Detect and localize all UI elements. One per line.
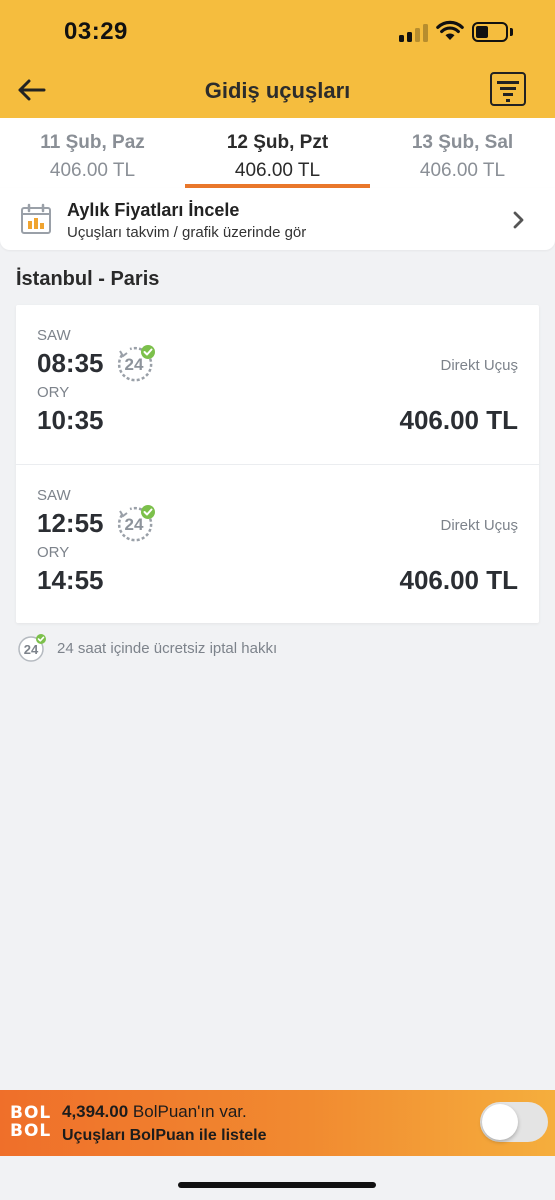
monthly-prices-subtitle: Uçuşları takvim / grafik üzerinde gör	[67, 224, 307, 241]
cancel-legend: 24 24 saat içinde ücretsiz iptal hakkı	[17, 633, 347, 665]
flight-card[interactable]: SAW 12:55 ORY 14:55 24 Direkt Uçuş 406.0…	[16, 464, 539, 623]
flight-type: Direkt Uçuş	[440, 357, 518, 374]
wifi-icon	[436, 20, 464, 40]
status-time: 03:29	[64, 18, 128, 45]
free-cancel-24h-icon: 24	[117, 505, 155, 542]
badge-number: 24	[125, 515, 144, 534]
filter-line	[497, 81, 519, 84]
monthly-prices-title: Aylık Fiyatları İncele	[67, 200, 240, 220]
battery-icon	[472, 22, 508, 42]
flight-card[interactable]: SAW 08:35 ORY 10:35 24 Direkt Uçuş 406.0…	[16, 305, 539, 464]
date-tab-price: 406.00 TL	[234, 160, 321, 181]
flight-type: Direkt Uçuş	[440, 517, 518, 534]
bolpuan-banner: BOL BOL 4,394.00 BolPuan'ın var. Uçuşlar…	[0, 1090, 555, 1156]
date-tab-price: 406.00 TL	[419, 160, 506, 181]
calendar-chart-icon	[21, 203, 51, 234]
bolpuan-balance: 4,394.00 BolPuan'ın var.	[62, 1102, 247, 1122]
battery-tip	[510, 28, 513, 36]
page-title: Gidiş uçuşları	[204, 78, 351, 103]
filter-line	[506, 99, 510, 102]
filter-line	[500, 87, 516, 90]
bolpuan-amount-suffix: BolPuan'ın var.	[128, 1102, 247, 1121]
flight-list: SAW 08:35 ORY 10:35 24 Direkt Uçuş 406.0…	[16, 305, 539, 623]
arrival-airport: ORY	[37, 544, 70, 561]
arrival-time: 14:55	[37, 565, 104, 595]
logo-line: BOL	[10, 1121, 52, 1141]
arrival-time: 10:35	[37, 405, 104, 435]
date-tab-date: 12 Şub, Pzt	[226, 132, 329, 153]
departure-time: 08:35	[37, 348, 104, 378]
logo-line: BOL	[10, 1103, 52, 1123]
date-tab-prev[interactable]: 11 Şub, Paz 406.00 TL	[0, 118, 185, 188]
badge-number: 24	[24, 642, 39, 657]
free-cancel-24h-icon: 24	[18, 634, 46, 662]
departure-airport: SAW	[37, 487, 71, 504]
bolpuan-subtitle: Uçuşları BolPuan ile listele	[62, 1127, 267, 1144]
filter-line	[503, 93, 513, 96]
date-tabs: 11 Şub, Paz 406.00 TL 12 Şub, Pzt 406.00…	[0, 118, 555, 188]
route-title: İstanbul - Paris	[16, 268, 160, 290]
bolpuan-toggle[interactable]	[480, 1102, 548, 1142]
bolpuan-logo: BOL BOL	[10, 1104, 54, 1144]
date-tab-date: 11 Şub, Paz	[40, 132, 145, 153]
flight-price: 406.00 TL	[399, 405, 518, 435]
date-tab-date: 13 Şub, Sal	[411, 132, 514, 153]
cellular-signal-icon	[399, 24, 429, 42]
flight-price: 406.00 TL	[399, 565, 518, 595]
monthly-prices-row[interactable]: Aylık Fiyatları İncele Uçuşları takvim /…	[0, 188, 555, 250]
arrival-airport: ORY	[37, 384, 70, 401]
date-tab-selected[interactable]: 12 Şub, Pzt 406.00 TL	[185, 118, 370, 188]
filter-button[interactable]	[490, 72, 526, 106]
free-cancel-24h-icon: 24	[117, 345, 155, 382]
toggle-knob	[482, 1104, 518, 1140]
departure-airport: SAW	[37, 327, 71, 344]
bolpuan-amount: 4,394.00	[62, 1102, 129, 1121]
date-tab-next[interactable]: 13 Şub, Sal 406.00 TL	[370, 118, 555, 188]
home-indicator	[178, 1182, 376, 1188]
date-tab-price: 406.00 TL	[49, 160, 136, 181]
cancel-legend-text: 24 saat içinde ücretsiz iptal hakkı	[57, 640, 278, 657]
departure-time: 12:55	[37, 508, 104, 538]
chevron-right-icon	[513, 211, 524, 229]
badge-number: 24	[125, 355, 144, 374]
